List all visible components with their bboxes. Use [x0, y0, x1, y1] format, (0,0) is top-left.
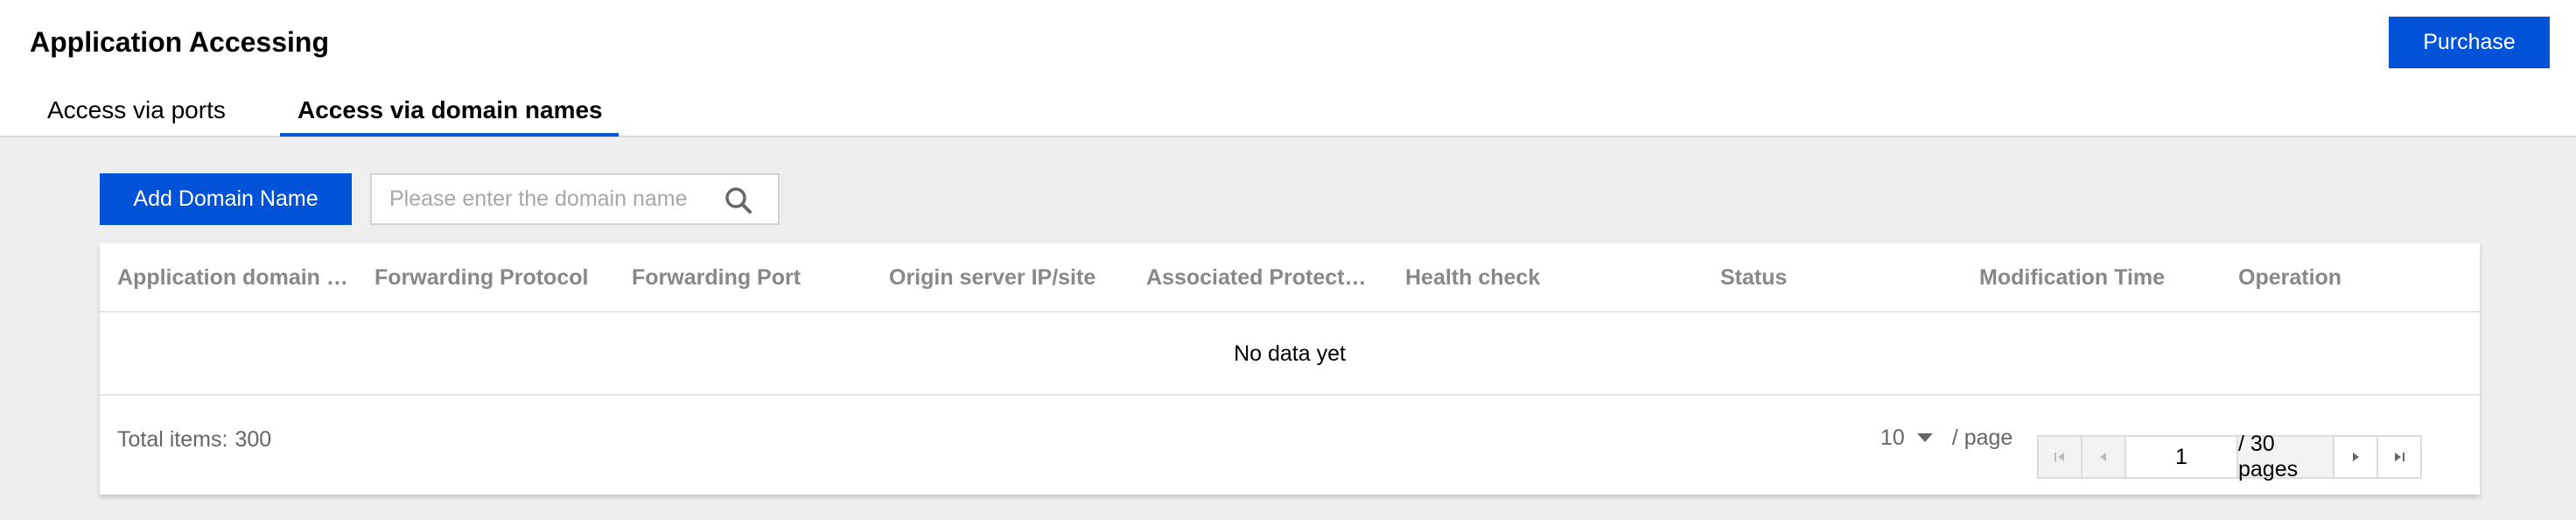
empty-state-row: No data yet: [100, 313, 2480, 396]
next-page-button[interactable]: [2333, 435, 2378, 479]
tab-access-via-ports[interactable]: Access via ports: [47, 93, 226, 137]
add-domain-name-button[interactable]: Add Domain Name: [100, 173, 352, 225]
total-items-label: Total items:: [117, 427, 228, 452]
column-header-health-check: Health check: [1405, 265, 1541, 290]
next-page-icon: [2348, 450, 2362, 464]
page-size-suffix: / page: [1951, 425, 2013, 450]
page-title: Application Accessing: [30, 26, 329, 58]
column-header-origin-server: Origin server IP/site: [889, 265, 1096, 290]
empty-state-text: No data yet: [1234, 341, 1346, 366]
domain-table: Application domain name Forwarding Proto…: [100, 243, 2480, 495]
current-page-field[interactable]: [2124, 435, 2238, 479]
last-page-icon: [2392, 450, 2406, 464]
column-header-forwarding-port: Forwarding Port: [632, 265, 802, 290]
tab-access-via-domain-names[interactable]: Access via domain names: [280, 93, 619, 137]
total-items-count: 300: [234, 427, 272, 452]
column-header-modification-time: Modification Time: [1979, 265, 2166, 290]
search-icon[interactable]: [724, 186, 753, 215]
page-header: Application Accessing Purchase Access vi…: [0, 0, 2576, 137]
last-page-button[interactable]: [2376, 435, 2422, 479]
prev-page-icon: [2096, 450, 2110, 464]
column-header-operation: Operation: [2238, 265, 2342, 290]
column-header-status: Status: [1720, 265, 1788, 290]
table-header: Application domain name Forwarding Proto…: [100, 243, 2480, 313]
current-page-input[interactable]: [2126, 437, 2236, 477]
purchase-button[interactable]: Purchase: [2389, 17, 2550, 68]
search-box: [370, 173, 780, 225]
chevron-down-icon: [1916, 433, 1933, 442]
total-items: Total items: 300: [117, 396, 271, 483]
domain-search-input[interactable]: [389, 175, 696, 223]
prev-page-button[interactable]: [2081, 435, 2126, 479]
column-header-associated-protection: Associated Protection Package: [1146, 265, 1368, 290]
column-header-application-domain-name: Application domain name: [117, 265, 358, 290]
first-page-icon: [2053, 450, 2067, 464]
page-size-value: 10: [1880, 425, 1905, 450]
total-pages-label: / 30 pages: [2236, 432, 2334, 481]
first-page-button[interactable]: [2037, 435, 2082, 479]
column-header-forwarding-protocol: Forwarding Protocol: [374, 265, 589, 290]
page-size-selector[interactable]: 10 / page: [1880, 396, 2012, 480]
